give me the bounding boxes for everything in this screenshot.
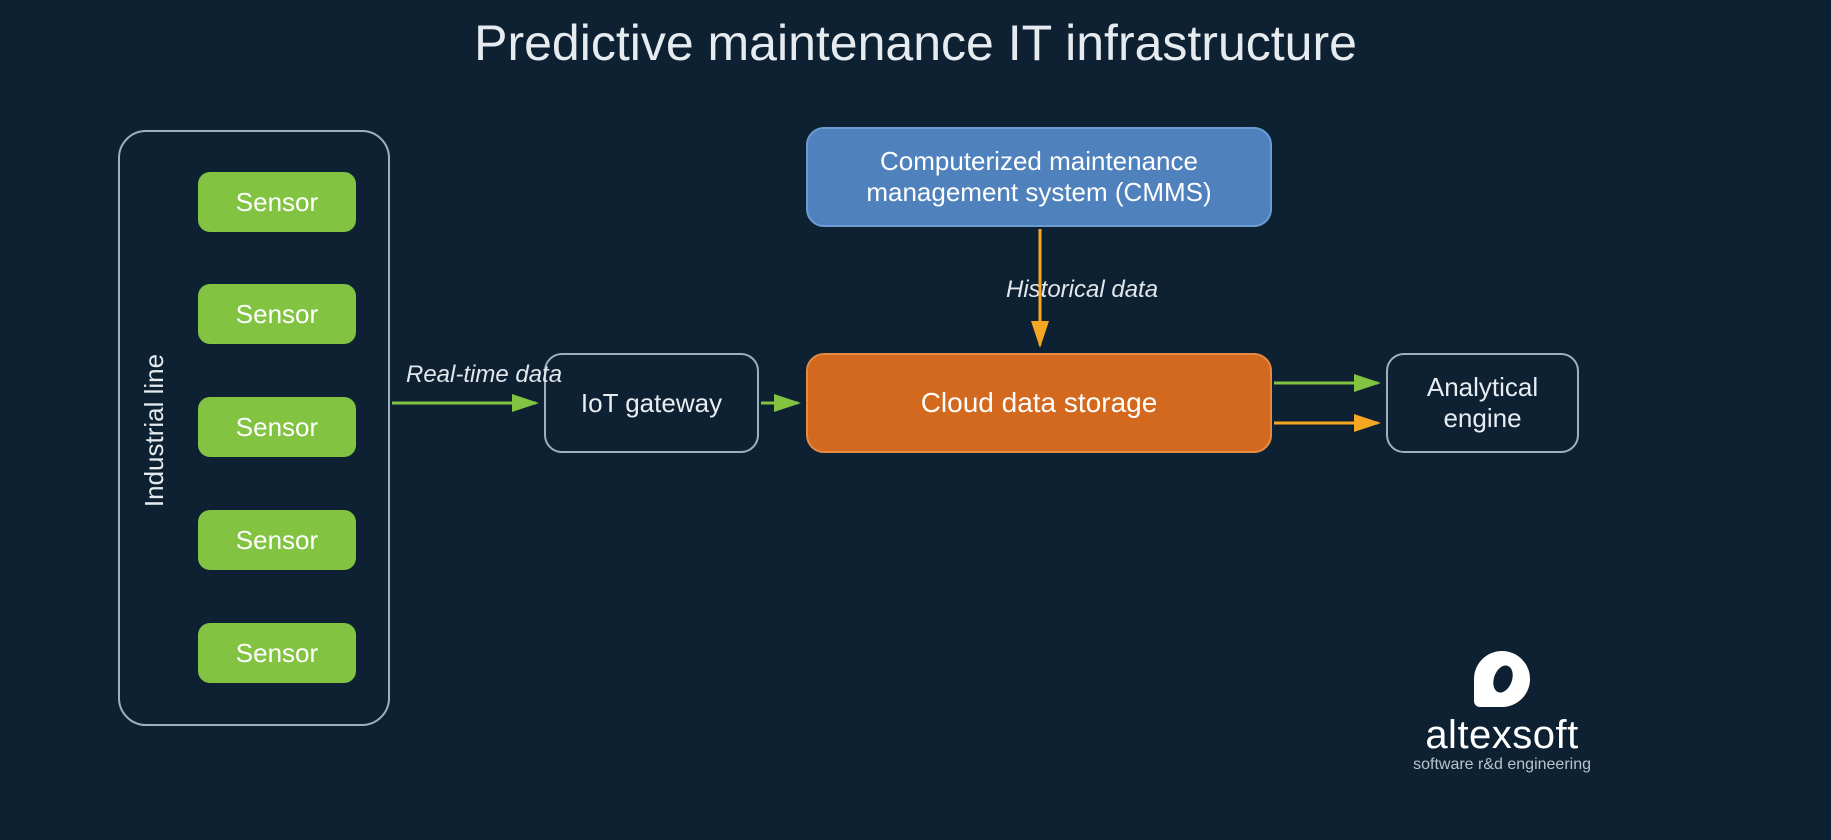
- cmms-node: Computerized maintenance management syst…: [806, 127, 1272, 227]
- sensor-node: Sensor: [198, 284, 356, 344]
- sensor-node: Sensor: [198, 172, 356, 232]
- logo-icon: [1474, 651, 1530, 707]
- diagram-canvas: Predictive maintenance IT infrastructure…: [0, 0, 1831, 840]
- analytical-engine-node: Analytical engine: [1386, 353, 1579, 453]
- sensor-node: Sensor: [198, 510, 356, 570]
- flow-label-realtime: Real-time data: [406, 361, 562, 389]
- flow-label-historical: Historical data: [1006, 276, 1158, 304]
- sensor-node: Sensor: [198, 397, 356, 457]
- logo-tagline: software r&d engineering: [1413, 756, 1591, 774]
- industrial-line-label: Industrial line: [140, 280, 170, 580]
- logo-name: altexsoft: [1425, 713, 1578, 758]
- brand-logo: altexsoft software r&d engineering: [1413, 651, 1591, 774]
- cloud-storage-node: Cloud data storage: [806, 353, 1272, 453]
- sensor-node: Sensor: [198, 623, 356, 683]
- diagram-title: Predictive maintenance IT infrastructure: [0, 14, 1831, 72]
- iot-gateway-node: IoT gateway: [544, 353, 759, 453]
